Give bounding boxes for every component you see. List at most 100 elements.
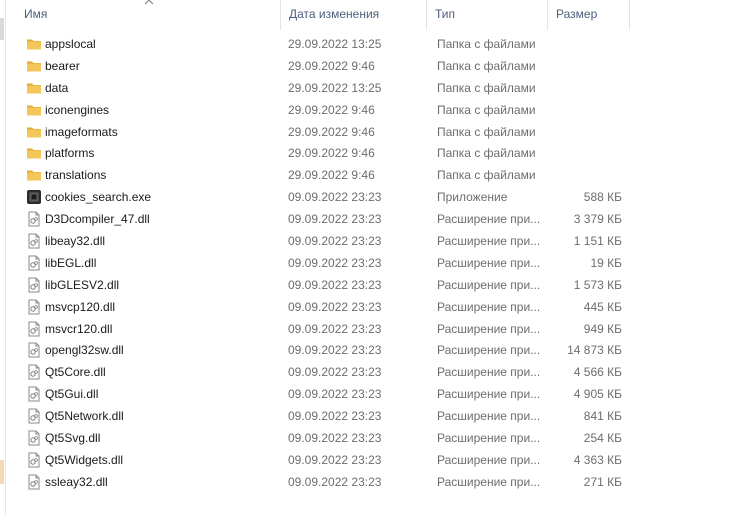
file-name-cell[interactable]: cookies_search.exe <box>16 189 281 205</box>
file-type: Расширение при... <box>437 233 541 248</box>
file-date: 09.09.2022 23:23 <box>288 409 382 424</box>
file-row[interactable]: bearer 29.09.2022 9:46 Папка с файлами <box>16 55 630 77</box>
file-name-cell[interactable]: platforms <box>16 145 281 161</box>
file-row[interactable]: imageformats 29.09.2022 9:46 Папка с файла… <box>16 121 630 143</box>
file-row[interactable]: msvcp120.dll 09.09.2022 23:23 Расширение п… <box>16 296 630 318</box>
file-type: Расширение при... <box>437 321 541 336</box>
dll-icon <box>26 277 42 293</box>
dll-icon <box>26 321 42 337</box>
column-header-name[interactable]: Имя <box>16 0 281 30</box>
file-type: Расширение при... <box>437 474 541 489</box>
file-name-cell[interactable]: appslocal <box>16 36 281 52</box>
file-name-cell[interactable]: Qt5Gui.dll <box>16 386 281 402</box>
file-name: Qt5Svg.dll <box>45 430 101 445</box>
file-row[interactable]: iconengines 29.09.2022 9:46 Папка с файлам… <box>16 99 630 121</box>
file-row[interactable]: cookies_search.exe 09.09.2022 23:23 Прилож… <box>16 186 630 208</box>
file-name-cell[interactable]: msvcp120.dll <box>16 299 281 315</box>
dll-icon <box>26 430 42 446</box>
file-size: 588 КБ <box>583 190 622 205</box>
dll-icon <box>26 386 42 402</box>
file-row[interactable]: Qt5Network.dll 09.09.2022 23:23 Расширение… <box>16 405 630 427</box>
file-type: Расширение при... <box>437 277 541 292</box>
column-header-size[interactable]: Размер <box>548 0 630 30</box>
navigation-pane-edge <box>0 0 6 515</box>
file-name: libeay32.dll <box>45 233 106 248</box>
file-size: 1 573 КБ <box>573 277 622 292</box>
file-date: 09.09.2022 23:23 <box>288 430 382 445</box>
folder-icon <box>26 80 42 96</box>
column-header-size-label: Размер <box>556 7 598 21</box>
file-row[interactable]: ssleay32.dll 09.09.2022 23:23 Расширение п… <box>16 471 630 493</box>
file-type: Папка с файлами <box>437 102 536 117</box>
file-name-cell[interactable]: iconengines <box>16 102 281 118</box>
file-row[interactable]: Qt5Svg.dll 09.09.2022 23:23 Расширение при… <box>16 427 630 449</box>
file-date: 29.09.2022 9:46 <box>288 102 375 117</box>
file-name-cell[interactable]: D3Dcompiler_47.dll <box>16 211 281 227</box>
dll-icon <box>26 233 42 249</box>
file-type: Расширение при... <box>437 343 541 358</box>
file-size: 271 КБ <box>583 474 622 489</box>
file-name: bearer <box>45 58 80 73</box>
file-type: Расширение при... <box>437 212 541 227</box>
file-size: 445 КБ <box>583 299 622 314</box>
file-name-cell[interactable]: Qt5Core.dll <box>16 364 281 380</box>
file-date: 09.09.2022 23:23 <box>288 233 382 248</box>
file-row[interactable]: libEGL.dll 09.09.2022 23:23 Расширение при… <box>16 252 630 274</box>
dll-icon <box>26 211 42 227</box>
file-row[interactable]: Qt5Widgets.dll 09.09.2022 23:23 Расширение… <box>16 449 630 471</box>
file-name-cell[interactable]: opengl32sw.dll <box>16 342 281 358</box>
file-type: Папка с файлами <box>437 58 536 73</box>
file-name-cell[interactable]: ssleay32.dll <box>16 474 281 490</box>
dll-icon <box>26 255 42 271</box>
file-row[interactable]: Qt5Core.dll 09.09.2022 23:23 Расширение пр… <box>16 361 630 383</box>
file-row[interactable]: libeay32.dll 09.09.2022 23:23 Расширение п… <box>16 230 630 252</box>
file-name: imageformats <box>45 124 118 139</box>
file-name-cell[interactable]: msvcr120.dll <box>16 321 281 337</box>
file-name: libGLESV2.dll <box>45 277 120 292</box>
file-name-cell[interactable]: Qt5Network.dll <box>16 408 281 424</box>
file-size: 4 905 КБ <box>573 387 622 402</box>
file-row[interactable]: platforms 29.09.2022 9:46 Папка с файлами <box>16 142 630 164</box>
file-row[interactable]: translations 29.09.2022 9:46 Папка с файла… <box>16 164 630 186</box>
navigation-pane-scroll-mark <box>0 18 4 40</box>
file-name-cell[interactable]: libEGL.dll <box>16 255 281 271</box>
file-row[interactable]: msvcr120.dll 09.09.2022 23:23 Расширение п… <box>16 318 630 340</box>
file-date: 29.09.2022 9:46 <box>288 146 375 161</box>
file-date: 09.09.2022 23:23 <box>288 212 382 227</box>
column-header-date[interactable]: Дата изменения <box>281 0 427 30</box>
file-name-cell[interactable]: bearer <box>16 58 281 74</box>
file-row[interactable]: Qt5Gui.dll 09.09.2022 23:23 Расширение при… <box>16 383 630 405</box>
file-type: Расширение при... <box>437 255 541 270</box>
file-name-cell[interactable]: libGLESV2.dll <box>16 277 281 293</box>
file-row[interactable]: appslocal 29.09.2022 13:25 Папка с файлами <box>16 33 630 55</box>
folder-icon <box>26 36 42 52</box>
file-row[interactable]: opengl32sw.dll 09.09.2022 23:23 Расширение… <box>16 339 630 361</box>
file-name-cell[interactable]: imageformats <box>16 124 281 140</box>
file-size: 254 КБ <box>583 430 622 445</box>
file-date: 29.09.2022 13:25 <box>288 80 382 95</box>
file-name-cell[interactable]: Qt5Widgets.dll <box>16 452 281 468</box>
file-name-cell[interactable]: Qt5Svg.dll <box>16 430 281 446</box>
dll-icon <box>26 299 42 315</box>
file-list: appslocal 29.09.2022 13:25 Папка с файлами… <box>16 33 630 493</box>
file-type: Папка с файлами <box>437 168 536 183</box>
file-name: ssleay32.dll <box>45 474 108 489</box>
file-name-cell[interactable]: translations <box>16 167 281 183</box>
dll-icon <box>26 408 42 424</box>
file-name: msvcr120.dll <box>45 321 113 336</box>
file-name: Qt5Widgets.dll <box>45 452 124 467</box>
column-header-date-label: Дата изменения <box>289 7 380 21</box>
column-header-type[interactable]: Тип <box>427 0 548 30</box>
file-name: data <box>45 80 69 95</box>
file-row[interactable]: D3Dcompiler_47.dll 09.09.2022 23:23 Расшир… <box>16 208 630 230</box>
file-date: 09.09.2022 23:23 <box>288 255 382 270</box>
file-row[interactable]: data 29.09.2022 13:25 Папка с файлами <box>16 77 630 99</box>
file-name-cell[interactable]: libeay32.dll <box>16 233 281 249</box>
file-size: 949 КБ <box>583 321 622 336</box>
dll-icon <box>26 364 42 380</box>
file-date: 29.09.2022 13:25 <box>288 36 382 51</box>
file-type: Папка с файлами <box>437 146 536 161</box>
file-name-cell[interactable]: data <box>16 80 281 96</box>
file-type: Расширение при... <box>437 430 541 445</box>
file-row[interactable]: libGLESV2.dll 09.09.2022 23:23 Расширение … <box>16 274 630 296</box>
